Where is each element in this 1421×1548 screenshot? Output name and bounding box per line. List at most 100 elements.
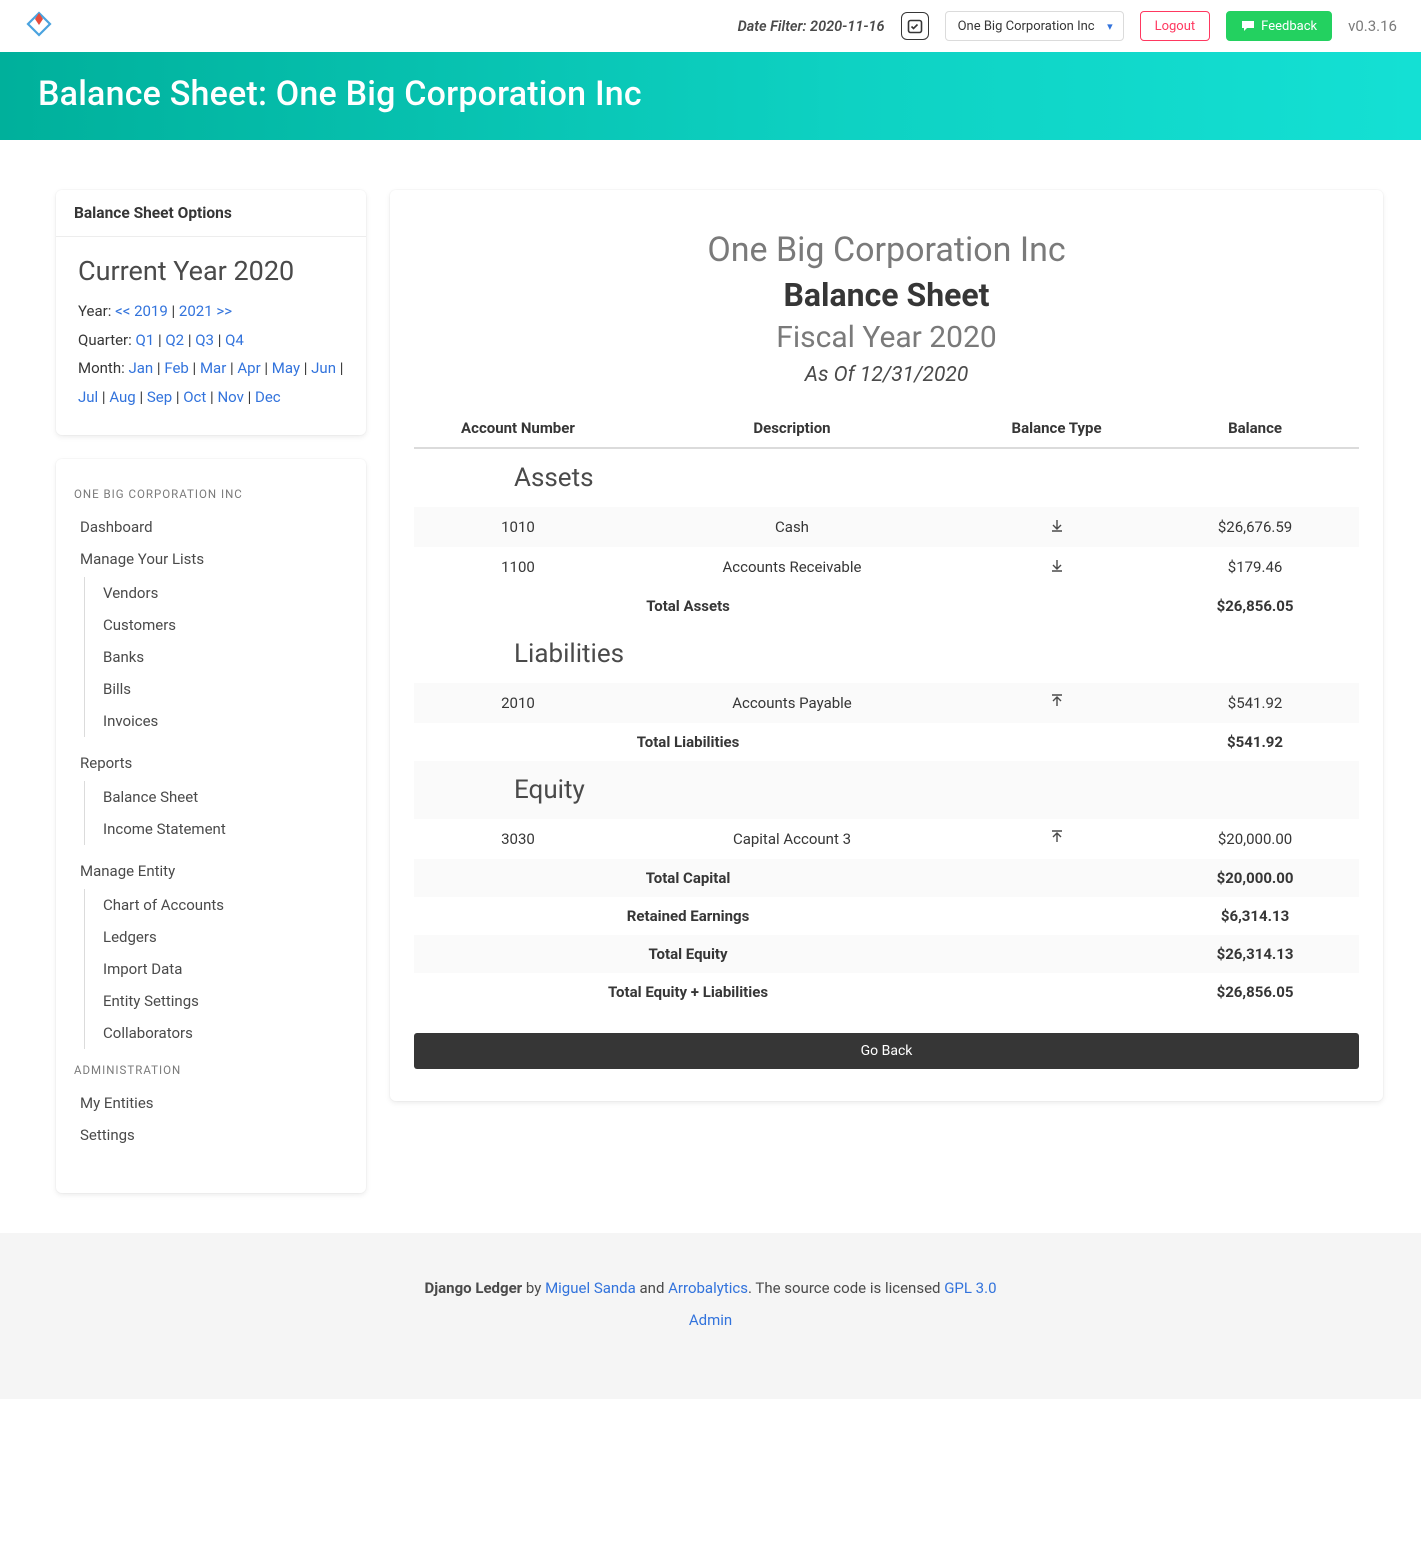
total-equity-row: Total Equity $26,314.13	[414, 935, 1359, 973]
footer-company-link[interactable]: Arrobalytics	[668, 1279, 748, 1297]
nav-manage-lists[interactable]: Manage Your Lists	[74, 543, 348, 575]
section-liabilities: Liabilities	[414, 625, 1359, 683]
entity-select[interactable]: One Big Corporation Inc ▾	[945, 11, 1124, 41]
col-description: Description	[622, 409, 962, 448]
quarter-row: Quarter: Q1 | Q2 | Q3 | Q4	[78, 326, 344, 355]
q3-link[interactable]: Q3	[195, 331, 214, 349]
navbar: Date Filter: 2020-11-16 One Big Corporat…	[0, 0, 1421, 52]
total-liabilities-row: Total Liabilities $541.92	[414, 723, 1359, 761]
month-jul[interactable]: Jul	[78, 388, 98, 406]
nav-income-statement[interactable]: Income Statement	[99, 813, 348, 845]
month-dec[interactable]: Dec	[255, 388, 281, 406]
year-label: Year:	[78, 302, 115, 320]
nav-reports[interactable]: Reports	[74, 747, 348, 779]
nav-banks[interactable]: Banks	[99, 641, 348, 673]
month-nov[interactable]: Nov	[217, 388, 243, 406]
cell-desc: Capital Account 3	[622, 819, 962, 859]
nav-my-entities[interactable]: My Entities	[74, 1087, 348, 1119]
month-may[interactable]: May	[272, 359, 300, 377]
footer-admin-link[interactable]: Admin	[689, 1311, 732, 1329]
col-balance: Balance	[1151, 409, 1359, 448]
report-title: Balance Sheet	[414, 276, 1359, 314]
nav-import[interactable]: Import Data	[99, 953, 348, 985]
section-assets: Assets	[414, 448, 1359, 507]
report-asof: As Of 12/31/2020	[414, 363, 1359, 387]
date-filter-label: Date Filter: 2020-11-16	[738, 18, 885, 35]
month-mar[interactable]: Mar	[200, 359, 226, 377]
report-company: One Big Corporation Inc	[414, 230, 1359, 270]
month-jun[interactable]: Jun	[311, 359, 336, 377]
col-account-number: Account Number	[414, 409, 622, 448]
credit-icon	[962, 683, 1151, 723]
section-equity: Equity	[414, 761, 1359, 819]
month-apr[interactable]: Apr	[237, 359, 260, 377]
next-year-link[interactable]: 2021 >>	[179, 302, 232, 320]
cell-balance: $20,000.00	[1151, 819, 1359, 859]
nav-collaborators[interactable]: Collaborators	[99, 1017, 348, 1049]
month-aug[interactable]: Aug	[109, 388, 135, 406]
logo-icon	[24, 11, 54, 41]
q1-link[interactable]: Q1	[136, 331, 155, 349]
cell-desc: Accounts Payable	[622, 683, 962, 723]
chevron-down-icon: ▾	[1107, 20, 1113, 33]
options-card: Balance Sheet Options Current Year 2020 …	[56, 190, 366, 435]
table-row: 3030 Capital Account 3 $20,000.00	[414, 819, 1359, 859]
footer-project: Django Ledger	[424, 1279, 522, 1297]
nav-bills[interactable]: Bills	[99, 673, 348, 705]
prev-year-link[interactable]: << 2019	[115, 302, 168, 320]
nav-manage-entity[interactable]: Manage Entity	[74, 855, 348, 887]
month-feb[interactable]: Feb	[164, 359, 189, 377]
report-card: One Big Corporation Inc Balance Sheet Fi…	[390, 190, 1383, 1101]
nav-vendors[interactable]: Vendors	[99, 577, 348, 609]
nav-coa[interactable]: Chart of Accounts	[99, 889, 348, 921]
q4-link[interactable]: Q4	[225, 331, 244, 349]
nav-dashboard[interactable]: Dashboard	[74, 511, 348, 543]
year-row: Year: << 2019 | 2021 >>	[78, 297, 344, 326]
footer-license-link[interactable]: GPL 3.0	[944, 1279, 996, 1297]
total-assets-row: Total Assets $26,856.05	[414, 587, 1359, 625]
total-equity-liab-row: Total Equity + Liabilities $26,856.05	[414, 973, 1359, 1011]
admin-menu-label: ADMINISTRATION	[74, 1063, 348, 1077]
cell-acct: 3030	[414, 819, 622, 859]
quarter-label: Quarter:	[78, 331, 136, 349]
logout-button[interactable]: Logout	[1140, 11, 1211, 41]
date-picker-button[interactable]	[901, 12, 929, 40]
credit-icon	[962, 819, 1151, 859]
table-row: 1100 Accounts Receivable $179.46	[414, 547, 1359, 587]
balance-sheet-table: Account Number Description Balance Type …	[414, 409, 1359, 1011]
nav-balance-sheet[interactable]: Balance Sheet	[99, 781, 348, 813]
brand[interactable]	[24, 11, 54, 41]
go-back-button[interactable]: Go Back	[414, 1033, 1359, 1069]
feedback-button[interactable]: Feedback	[1226, 11, 1332, 41]
cell-acct: 1010	[414, 507, 622, 547]
feedback-label: Feedback	[1261, 19, 1317, 34]
nav-settings[interactable]: Settings	[74, 1119, 348, 1151]
cell-balance: $541.92	[1151, 683, 1359, 723]
comment-icon	[1241, 19, 1255, 33]
cell-acct: 1100	[414, 547, 622, 587]
cell-acct: 2010	[414, 683, 622, 723]
report-period: Fiscal Year 2020	[414, 320, 1359, 355]
nav-invoices[interactable]: Invoices	[99, 705, 348, 737]
nav-customers[interactable]: Customers	[99, 609, 348, 641]
month-jan[interactable]: Jan	[128, 359, 153, 377]
cell-desc: Accounts Receivable	[622, 547, 962, 587]
options-header: Balance Sheet Options	[56, 190, 366, 237]
footer-author-link[interactable]: Miguel Sanda	[545, 1279, 636, 1297]
nav-entity-settings[interactable]: Entity Settings	[99, 985, 348, 1017]
month-sep[interactable]: Sep	[147, 388, 172, 406]
retained-earnings-row: Retained Earnings $6,314.13	[414, 897, 1359, 935]
month-oct[interactable]: Oct	[183, 388, 206, 406]
nav-ledgers[interactable]: Ledgers	[99, 921, 348, 953]
calendar-check-icon	[907, 18, 923, 34]
version-label: v0.3.16	[1348, 17, 1397, 35]
table-row: 1010 Cash $26,676.59	[414, 507, 1359, 547]
month-label: Month:	[78, 359, 128, 377]
debit-icon	[962, 547, 1151, 587]
q2-link[interactable]: Q2	[165, 331, 184, 349]
month-row: Month: Jan | Feb | Mar | Apr | May | Jun…	[78, 354, 344, 411]
current-year-title: Current Year 2020	[78, 255, 344, 287]
nav-menu: ONE BIG CORPORATION INC Dashboard Manage…	[56, 459, 366, 1193]
entity-menu-label: ONE BIG CORPORATION INC	[74, 487, 348, 501]
page-title: Balance Sheet: One Big Corporation Inc	[38, 74, 1383, 114]
